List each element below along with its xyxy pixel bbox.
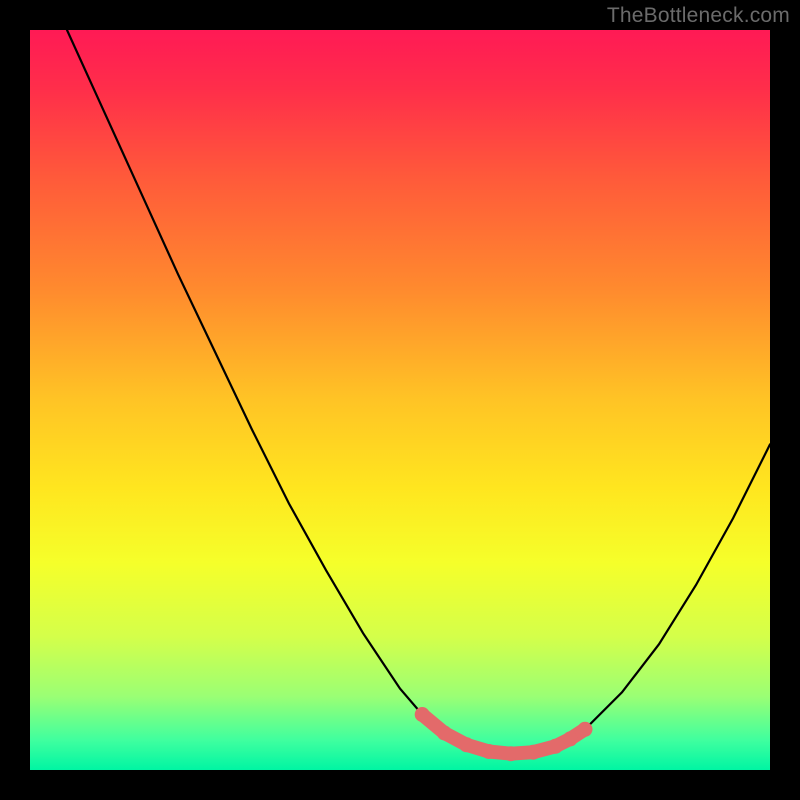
- highlight-dot: [578, 722, 593, 737]
- highlight-dot: [526, 745, 541, 760]
- highlight-dot: [548, 739, 563, 754]
- highlight-dot: [504, 746, 519, 761]
- highlight-dot: [415, 707, 430, 722]
- chart-frame: TheBottleneck.com: [0, 0, 800, 800]
- watermark-text: TheBottleneck.com: [607, 4, 790, 28]
- chart-plot: [30, 30, 770, 770]
- gradient-bg: [30, 30, 770, 770]
- highlight-dot: [459, 737, 474, 752]
- highlight-dot: [481, 744, 496, 759]
- highlight-dot: [437, 726, 452, 741]
- chart-svg: [30, 30, 770, 770]
- highlight-dot: [563, 731, 578, 746]
